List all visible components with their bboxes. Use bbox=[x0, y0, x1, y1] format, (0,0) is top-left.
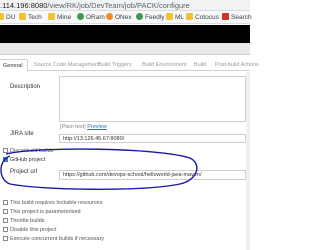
lockable-resources-option[interactable]: This build requires lockable resources bbox=[3, 199, 102, 207]
parameterised-label: This project is parameterised bbox=[10, 209, 81, 215]
bookmark-label: Cotocus bbox=[195, 14, 219, 21]
description-textarea[interactable] bbox=[59, 76, 246, 122]
bookmark-label: ORam bbox=[86, 14, 105, 21]
address-bar[interactable]: .114.196:8080/view/RK/job/DevTeam/job/PA… bbox=[0, 0, 250, 11]
plain-text-prefix: [Plain text] bbox=[60, 124, 86, 130]
search-engine-icon bbox=[222, 13, 229, 20]
bookmark-mine[interactable]: Mine bbox=[48, 13, 71, 22]
page-header bbox=[0, 25, 250, 43]
bookmark-label: Feedly bbox=[145, 14, 165, 21]
tab-general[interactable]: General bbox=[0, 59, 28, 72]
throttle-builds-option[interactable]: Throttle builds bbox=[3, 217, 45, 225]
bookmark-onex[interactable]: ONex bbox=[106, 13, 132, 22]
disable-project-option[interactable]: Disable this project bbox=[3, 226, 56, 234]
disable-project-checkbox[interactable] bbox=[3, 226, 8, 232]
throttle-builds-checkbox[interactable] bbox=[3, 217, 8, 223]
bookmark-du[interactable]: DU bbox=[0, 13, 15, 22]
url-text[interactable]: .114.196:8080/view/RK/job/DevTeam/job/PA… bbox=[0, 0, 190, 11]
tab-source-code-management[interactable]: Source Code Management bbox=[34, 59, 100, 71]
github-project-label: GitHub project bbox=[10, 157, 46, 163]
feedly-icon bbox=[136, 13, 143, 20]
globe-icon bbox=[106, 13, 113, 20]
tab-build-triggers[interactable]: Build Triggers bbox=[98, 59, 132, 71]
tab-post-build-actions[interactable]: Post-build Actions bbox=[215, 59, 259, 71]
jira-site-label: JIRA site bbox=[10, 131, 34, 137]
parameterised-option[interactable]: This project is parameterised bbox=[3, 208, 81, 216]
bookmark-search[interactable]: Search bbox=[222, 13, 252, 22]
parameterised-checkbox[interactable] bbox=[3, 208, 8, 214]
tab-build[interactable]: Build bbox=[194, 59, 206, 71]
lockable-resources-label: This build requires lockable resources bbox=[10, 200, 103, 206]
jira-site-field[interactable]: http://13.126.45.67:8080/ bbox=[59, 134, 246, 143]
disable-project-label: Disable this project bbox=[10, 227, 57, 233]
project-url-label: Project url bbox=[10, 169, 38, 175]
bookmark-label: ONex bbox=[115, 14, 132, 21]
bookmark-feedly[interactable]: Feedly bbox=[136, 13, 165, 22]
discard-old-builds-checkbox[interactable] bbox=[3, 147, 8, 153]
url-host: .114.196:8080 bbox=[0, 1, 48, 10]
bookmark-ml[interactable]: ML bbox=[166, 13, 184, 22]
globe-icon bbox=[77, 13, 84, 20]
bookmark-label: ML bbox=[175, 14, 185, 21]
url-path: /view/RK/job/DevTeam/job/PACK/configure bbox=[47, 1, 190, 10]
folder-icon bbox=[186, 13, 193, 20]
bookmark-label: DU bbox=[6, 14, 16, 21]
folder-icon bbox=[48, 13, 55, 20]
github-project-checkbox[interactable] bbox=[3, 156, 8, 162]
lockable-resources-checkbox[interactable] bbox=[3, 199, 8, 205]
concurrent-builds-checkbox[interactable] bbox=[3, 235, 8, 241]
folder-icon bbox=[0, 13, 4, 20]
bookmarks-bar: DU Tech Mine ORam ONex Feedly ML Cotocus… bbox=[0, 11, 252, 24]
bookmark-label: Mine bbox=[57, 14, 72, 21]
throttle-builds-label: Throttle builds bbox=[10, 218, 45, 224]
page-scrollbar[interactable] bbox=[246, 72, 250, 250]
bookmark-label: Search bbox=[231, 14, 252, 21]
concurrent-builds-label: Execute concurrent builds if necessary bbox=[10, 236, 105, 242]
concurrent-builds-option[interactable]: Execute concurrent builds if necessary bbox=[3, 235, 104, 243]
bookmark-oram[interactable]: ORam bbox=[77, 13, 105, 22]
project-url-field[interactable]: https://github.com/devops-school/hellowo… bbox=[59, 170, 246, 180]
tab-build-environment[interactable]: Build Environment bbox=[142, 59, 187, 71]
config-tabs: General Source Code Management Build Tri… bbox=[0, 58, 259, 72]
folder-icon bbox=[19, 13, 26, 20]
preview-link[interactable]: Preview bbox=[87, 124, 107, 130]
description-label: Description bbox=[10, 84, 41, 90]
discard-old-builds-option[interactable]: Discard old builds bbox=[3, 147, 53, 155]
bookmark-label: Tech bbox=[28, 14, 42, 21]
discard-old-builds-label: Discard old builds bbox=[10, 148, 54, 154]
plain-text-note: [Plain text] Preview bbox=[60, 124, 107, 130]
bookmark-cotocus[interactable]: Cotocus bbox=[186, 13, 219, 22]
folder-icon bbox=[166, 13, 173, 20]
github-project-option[interactable]: GitHub project bbox=[3, 156, 45, 164]
bookmark-tech[interactable]: Tech bbox=[19, 13, 42, 22]
breadcrumb-bar bbox=[0, 43, 250, 55]
